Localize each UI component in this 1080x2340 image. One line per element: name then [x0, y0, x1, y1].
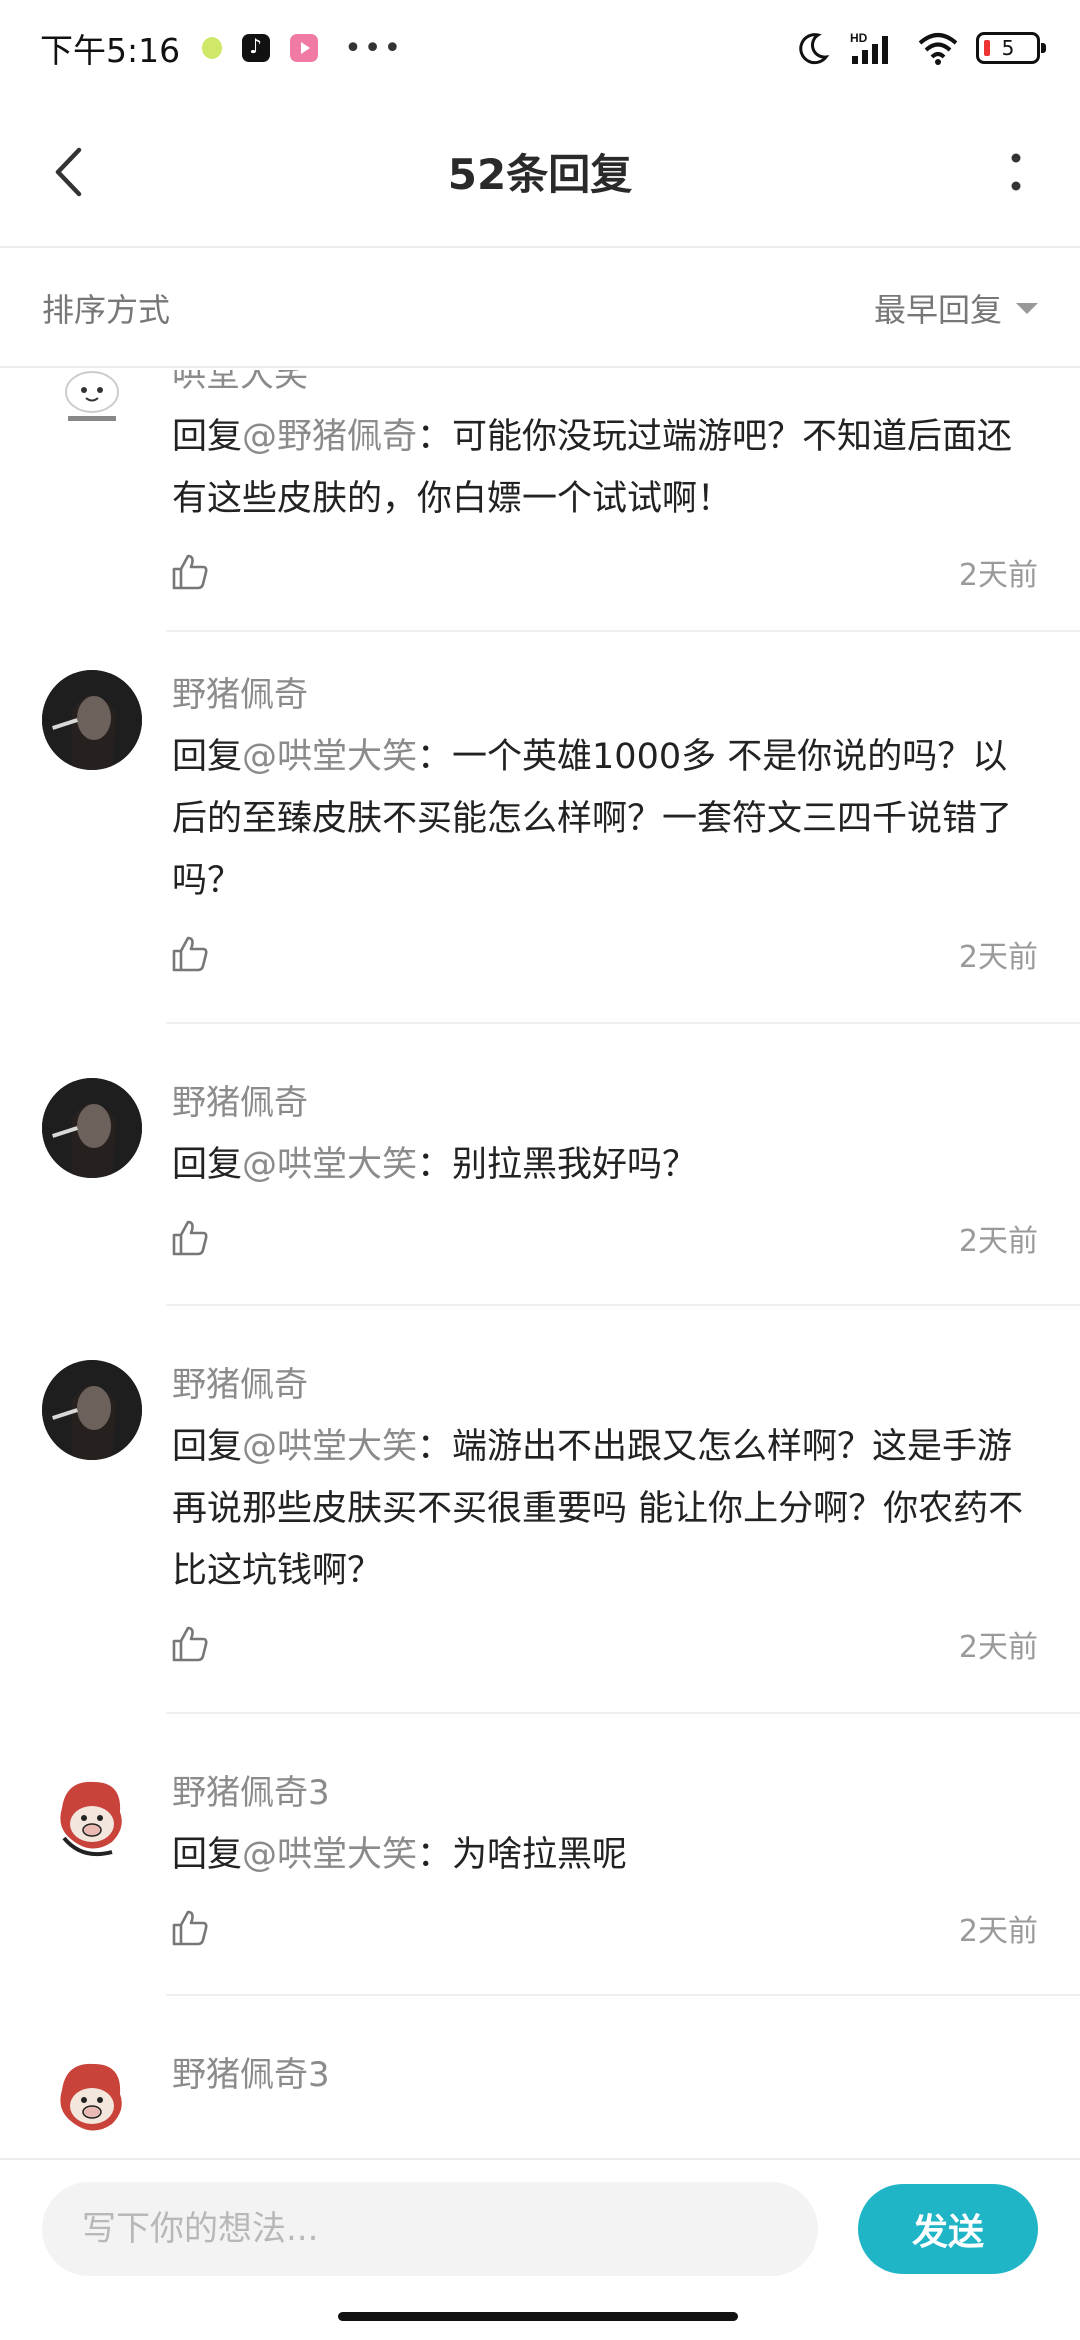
avatar[interactable]: [42, 370, 142, 450]
like-button[interactable]: [166, 1620, 214, 1668]
moon-icon: [799, 33, 830, 65]
divider: [166, 630, 1080, 632]
reply-author[interactable]: 野猪佩奇: [172, 1360, 1038, 1410]
mention-link[interactable]: @野猪佩奇: [242, 417, 417, 457]
reply-prefix: 回复: [172, 1835, 243, 1875]
status-bar: 下午5:16 ••• HD 5: [0, 0, 1080, 96]
cartoon-avatar-icon: [60, 1781, 122, 1857]
sort-bar: 排序方式 最早回复: [0, 250, 1080, 368]
reply-content: 回复@野猪佩奇：可能你没玩过端游吧？不知道后面还有这些皮肤的，你白嫖一个试试啊！: [172, 406, 1038, 530]
avatar[interactable]: [42, 1078, 142, 1178]
reply-prefix: 回复: [172, 1427, 243, 1467]
shield-app-icon: [202, 37, 223, 59]
more-options-button[interactable]: [996, 142, 1036, 202]
mention-link[interactable]: @哄堂大笑: [242, 1427, 417, 1467]
status-time: 下午5:16: [40, 31, 181, 70]
photo-avatar-icon: [42, 1078, 142, 1178]
divider: [166, 1022, 1080, 1024]
reply-content: 回复@哄堂大笑：一个英雄1000多 不是你说的吗？以后的至臻皮肤不买能怎么样啊？…: [172, 726, 1038, 912]
cartoon-avatar-icon: [60, 2063, 122, 2131]
sort-dropdown[interactable]: 最早回复: [874, 285, 1038, 331]
sort-value: 最早回复: [873, 291, 1002, 329]
signal-icon: HD: [850, 31, 888, 64]
avatar[interactable]: [42, 670, 142, 770]
photo-avatar-icon: [42, 1360, 142, 1460]
thumbs-up-icon: [172, 1220, 208, 1256]
battery-icon: 5: [976, 32, 1046, 64]
reply-time: 2天前: [958, 940, 1038, 975]
reply-time: 2天前: [958, 1224, 1038, 1259]
reply-author[interactable]: 野猪佩奇: [172, 1078, 1038, 1128]
reply-time: 2天前: [958, 1630, 1038, 1665]
mention-link[interactable]: @哄堂大笑: [242, 1835, 417, 1875]
reply-content: 回复@哄堂大笑：端游出不出跟又怎么样啊？这是手游 再说那些皮肤买不买很重要吗 能…: [172, 1416, 1038, 1602]
avatar[interactable]: [42, 1360, 142, 1460]
thumbs-up-icon: [172, 1626, 208, 1662]
reply-author[interactable]: 野猪佩奇3: [172, 2050, 1038, 2100]
reply-time: 2天前: [958, 1914, 1038, 1949]
comment-composer: 发送: [0, 2158, 1080, 2298]
more-notifications-icon: •••: [344, 30, 404, 66]
avatar[interactable]: [42, 1768, 142, 1868]
header: 52条回复: [0, 96, 1080, 248]
comment-input[interactable]: [42, 2182, 818, 2276]
reply-list[interactable]: 哄堂大笑 回复@野猪佩奇：可能你没玩过端游吧？不知道后面还有这些皮肤的，你白嫖一…: [0, 370, 1080, 2158]
send-button[interactable]: 发送: [858, 2184, 1038, 2274]
thumbs-up-icon: [172, 554, 208, 590]
reply-prefix: 回复: [172, 1145, 243, 1185]
more-vertical-icon: [1011, 153, 1021, 191]
back-arrow-icon: [55, 147, 82, 197]
back-button[interactable]: [38, 142, 98, 202]
avatar[interactable]: [42, 2050, 142, 2150]
video-app-icon: [290, 34, 319, 62]
like-button[interactable]: [166, 1214, 214, 1262]
photo-avatar-icon: [42, 670, 142, 770]
like-button[interactable]: [166, 1904, 214, 1952]
divider: [166, 1712, 1080, 1714]
thumbs-up-icon: [172, 936, 208, 972]
network-type-label: HD: [850, 31, 868, 45]
mention-link[interactable]: @哄堂大笑: [242, 737, 417, 777]
sort-label: 排序方式: [42, 291, 171, 329]
reply-text: ：为啥拉黑呢: [417, 1835, 628, 1875]
wifi-icon: [918, 33, 958, 65]
thumbs-up-icon: [172, 1910, 208, 1946]
reply-author[interactable]: 野猪佩奇: [172, 670, 1038, 720]
divider: [166, 1304, 1080, 1306]
page-title: 52条回复: [447, 149, 633, 199]
reply-content: 回复@哄堂大笑：为啥拉黑呢: [172, 1824, 1038, 1886]
reply-time: 2天前: [958, 558, 1038, 593]
reply-prefix: 回复: [172, 737, 243, 777]
mention-link[interactable]: @哄堂大笑: [242, 1145, 417, 1185]
like-button[interactable]: [166, 930, 214, 978]
meme-avatar-icon: [65, 371, 119, 421]
divider: [166, 1994, 1080, 1996]
like-button[interactable]: [166, 548, 214, 596]
reply-author[interactable]: 野猪佩奇3: [172, 1768, 1038, 1818]
reply-text: ：别拉黑我好吗？: [417, 1145, 698, 1185]
reply-author[interactable]: 哄堂大笑: [172, 370, 1038, 400]
tiktok-app-icon: [242, 34, 271, 62]
reply-content: 回复@哄堂大笑：别拉黑我好吗？: [172, 1134, 1038, 1196]
reply-prefix: 回复: [172, 417, 243, 457]
home-indicator[interactable]: [338, 2312, 738, 2321]
caret-down-icon: [1016, 302, 1038, 314]
